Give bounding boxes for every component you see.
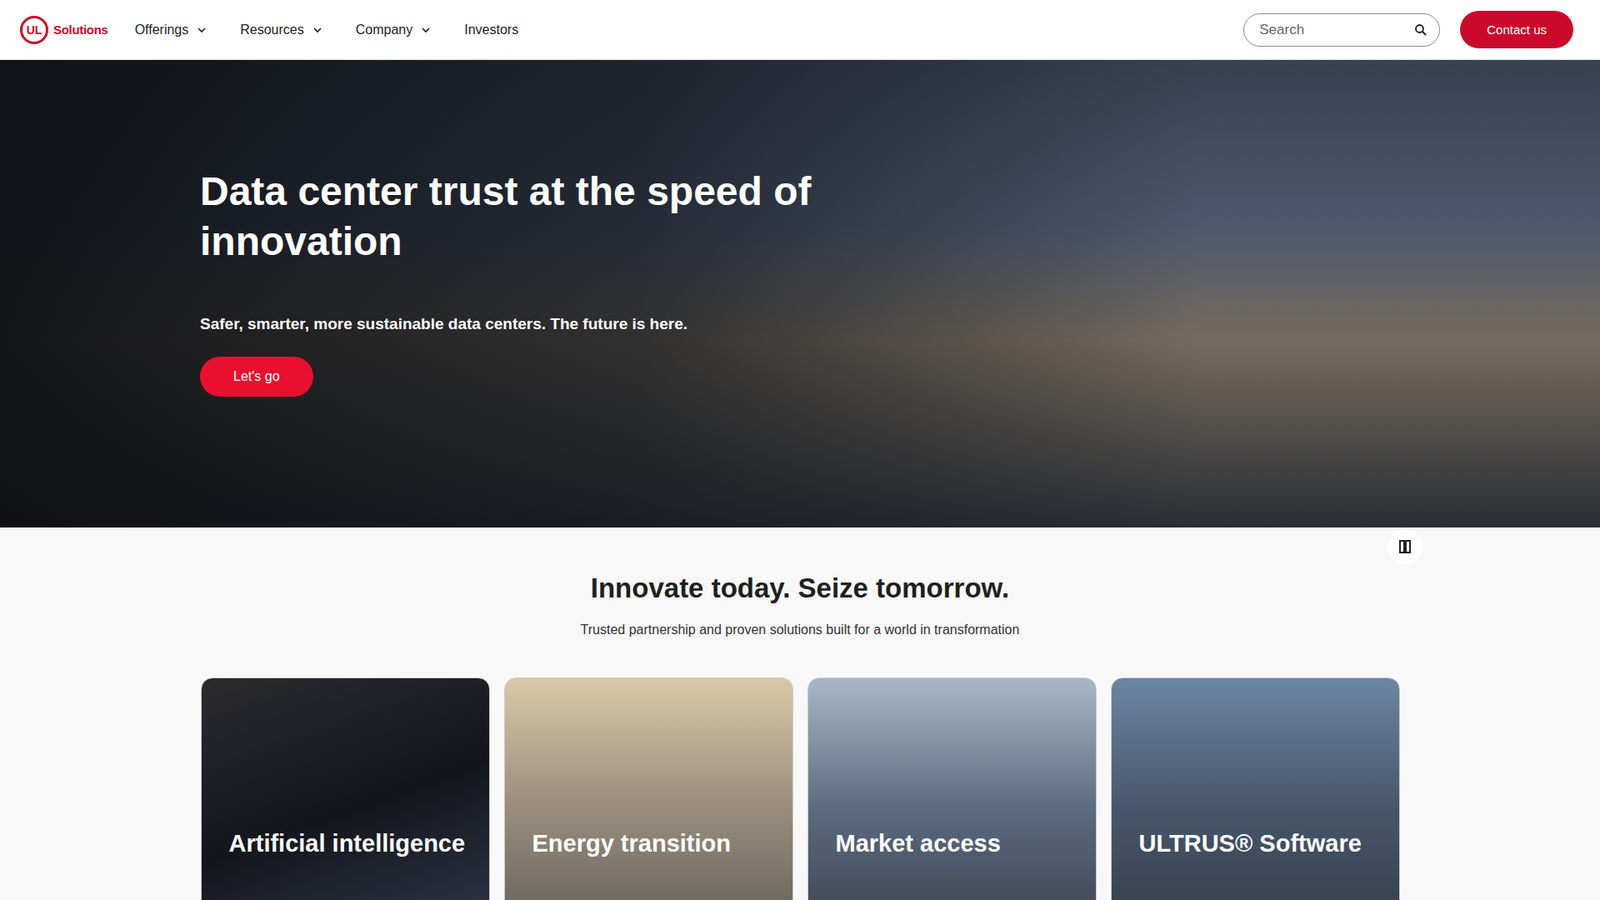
logo-name: Solutions: [53, 22, 109, 37]
page: UL Solutions Offerings Resources Company Inve…: [0, 0, 1600, 900]
card-grid: Artificial intelligence Energy transition…: [200, 677, 1400, 900]
main-nav: Offerings Resources Company Investors: [135, 22, 520, 38]
chevron-down-icon: [312, 25, 323, 35]
card-title: Artificial intelligence: [229, 830, 466, 857]
logo-mark: UL: [20, 15, 49, 45]
video-control-button[interactable]: [1387, 529, 1423, 565]
chevron-down-icon: [196, 25, 207, 35]
nav-item[interactable]: Resources: [240, 22, 322, 38]
hero-content: Data center trust at the speed of innova…: [0, 60, 1600, 397]
solution-card[interactable]: Energy transition: [504, 677, 794, 900]
search-field[interactable]: [1243, 13, 1440, 47]
card-title: ULTRUS® Software: [1139, 830, 1362, 857]
nav-item[interactable]: Offerings: [135, 22, 208, 38]
section-title: Innovate today. Seize tomorrow.: [0, 572, 1600, 605]
hero-banner: Data center trust at the speed of innova…: [0, 60, 1600, 528]
magnifier-icon[interactable]: [1414, 23, 1428, 37]
section-subtitle: Trusted partnership and proven solutions…: [0, 622, 1600, 638]
contact-button[interactable]: Contact us: [1460, 10, 1574, 49]
solution-card[interactable]: Artificial intelligence: [200, 677, 490, 900]
nav-item[interactable]: Investors: [464, 22, 519, 38]
solution-card[interactable]: Market access: [807, 677, 1097, 900]
chevron-down-icon: [420, 25, 431, 35]
logo[interactable]: UL Solutions: [20, 15, 109, 45]
solutions-section: Innovate today. Seize tomorrow. Trusted p…: [0, 527, 1600, 900]
solution-card[interactable]: ULTRUS® Software: [1110, 677, 1400, 900]
search-input[interactable]: [1257, 20, 1415, 40]
nav-item[interactable]: Company: [355, 22, 431, 38]
lets-go-button[interactable]: Let's go: [200, 356, 314, 397]
card-title: Energy transition: [532, 830, 732, 857]
hero-subtitle: Safer, smarter, more sustainable data ce…: [200, 315, 1600, 334]
site-header: UL Solutions Offerings Resources Company Inve…: [0, 0, 1600, 60]
card-title: Market access: [835, 830, 1001, 857]
hero-title: Data center trust at the speed of innova…: [200, 166, 917, 267]
pause-icon: [1396, 538, 1414, 555]
